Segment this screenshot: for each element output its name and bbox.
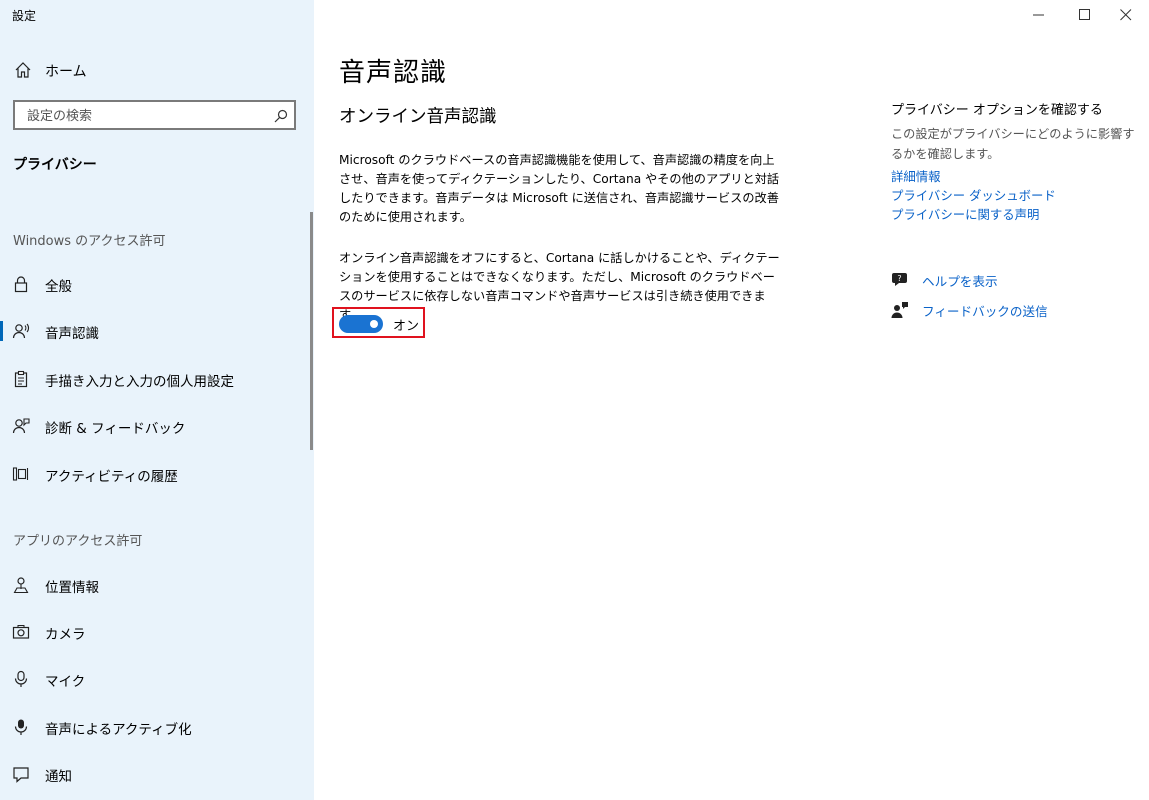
sidebar-item-speech[interactable]: 音声認識 [0,311,314,351]
sidebar-item-camera[interactable]: カメラ [0,612,314,652]
get-help-label: ヘルプを表示 [922,274,998,289]
highlight-box: オン [332,307,425,338]
voice-activation-icon [12,718,30,736]
sidebar-item-location[interactable]: 位置情報 [0,565,314,605]
help-chat-icon: ? [891,271,909,289]
sidebar-item-label: 手描き入力と入力の個人用設定 [45,374,234,390]
sidebar-item-general[interactable]: 全般 [0,264,314,304]
svg-text:?: ? [897,274,901,283]
send-feedback-label: フィードバックの送信 [922,304,1048,319]
minimize-icon [1033,14,1044,16]
camera-icon [12,623,30,641]
close-icon [1120,9,1132,21]
feedback-icon [891,301,909,319]
lock-icon [12,275,30,293]
sidebar-item-diagnostics-feedback[interactable]: 診断 & フィードバック [0,406,314,446]
learn-more-link[interactable]: 詳細情報 [891,167,941,185]
sidebar-item-label: 通知 [45,769,72,785]
sidebar-scrollbar[interactable] [310,212,313,450]
privacy-options-title: プライバシー オプションを確認する [891,103,1103,118]
selection-indicator [0,321,3,341]
group-header-windows-permissions: Windows のアクセス許可 [13,234,166,249]
maximize-button[interactable] [1062,0,1108,30]
privacy-options-description: この設定がプライバシーにどのように影響するかを確認します。 [891,127,1135,161]
minimize-button[interactable] [1016,0,1062,30]
home-icon [14,61,32,79]
privacy-statement-link[interactable]: プライバシーに関する声明 [891,205,1039,223]
sidebar-item-label: マイク [45,674,86,690]
page-title: 音声認識 [339,58,448,88]
sidebar: 設定 ホーム プライバシー Windows のアクセス許可 全般 音声認識 手描… [0,0,314,800]
section-heading: オンライン音声認識 [339,107,497,127]
sidebar-item-label: 全般 [45,279,72,295]
maximize-icon [1079,9,1090,20]
sidebar-item-notifications[interactable]: 通知 [0,754,314,794]
sidebar-item-inking-typing[interactable]: 手描き入力と入力の個人用設定 [0,359,314,399]
sidebar-item-label: 音声認識 [45,326,99,342]
toggle-state-label: オン [393,319,420,334]
sidebar-section-title: プライバシー [13,157,97,173]
sidebar-item-label: 診断 & フィードバック [45,421,186,437]
sidebar-item-label: 位置情報 [45,580,99,596]
sidebar-item-label: 音声によるアクティブ化 [45,722,192,738]
online-speech-toggle[interactable] [339,315,383,333]
clipboard-icon [12,370,30,388]
person-feedback-icon [12,417,30,435]
speech-icon [12,322,30,340]
search-input[interactable] [25,106,269,126]
notification-icon [12,765,30,783]
sidebar-item-label: カメラ [45,627,86,643]
sidebar-item-microphone[interactable]: マイク [0,659,314,699]
group-header-app-permissions: アプリのアクセス許可 [13,534,143,549]
location-icon [12,576,30,594]
sidebar-item-label: アクティビティの履歴 [45,469,178,485]
close-button[interactable] [1103,0,1149,30]
sidebar-item-voice-activation[interactable]: 音声によるアクティブ化 [0,707,314,747]
sidebar-item-activity-history[interactable]: アクティビティの履歴 [0,454,314,494]
toggle-knob [370,320,378,328]
sidebar-item-home[interactable]: ホーム [0,52,314,88]
privacy-dashboard-link[interactable]: プライバシー ダッシュボード [891,186,1056,204]
description-paragraph: Microsoft のクラウドベースの音声認識機能を使用して、音声認識の精度を向… [339,153,780,224]
search-icon[interactable] [274,108,288,123]
microphone-icon [12,670,30,688]
app-title: 設定 [12,9,37,23]
timeline-icon [12,465,30,483]
sidebar-item-label: ホーム [45,64,87,80]
search-box[interactable] [13,100,296,130]
